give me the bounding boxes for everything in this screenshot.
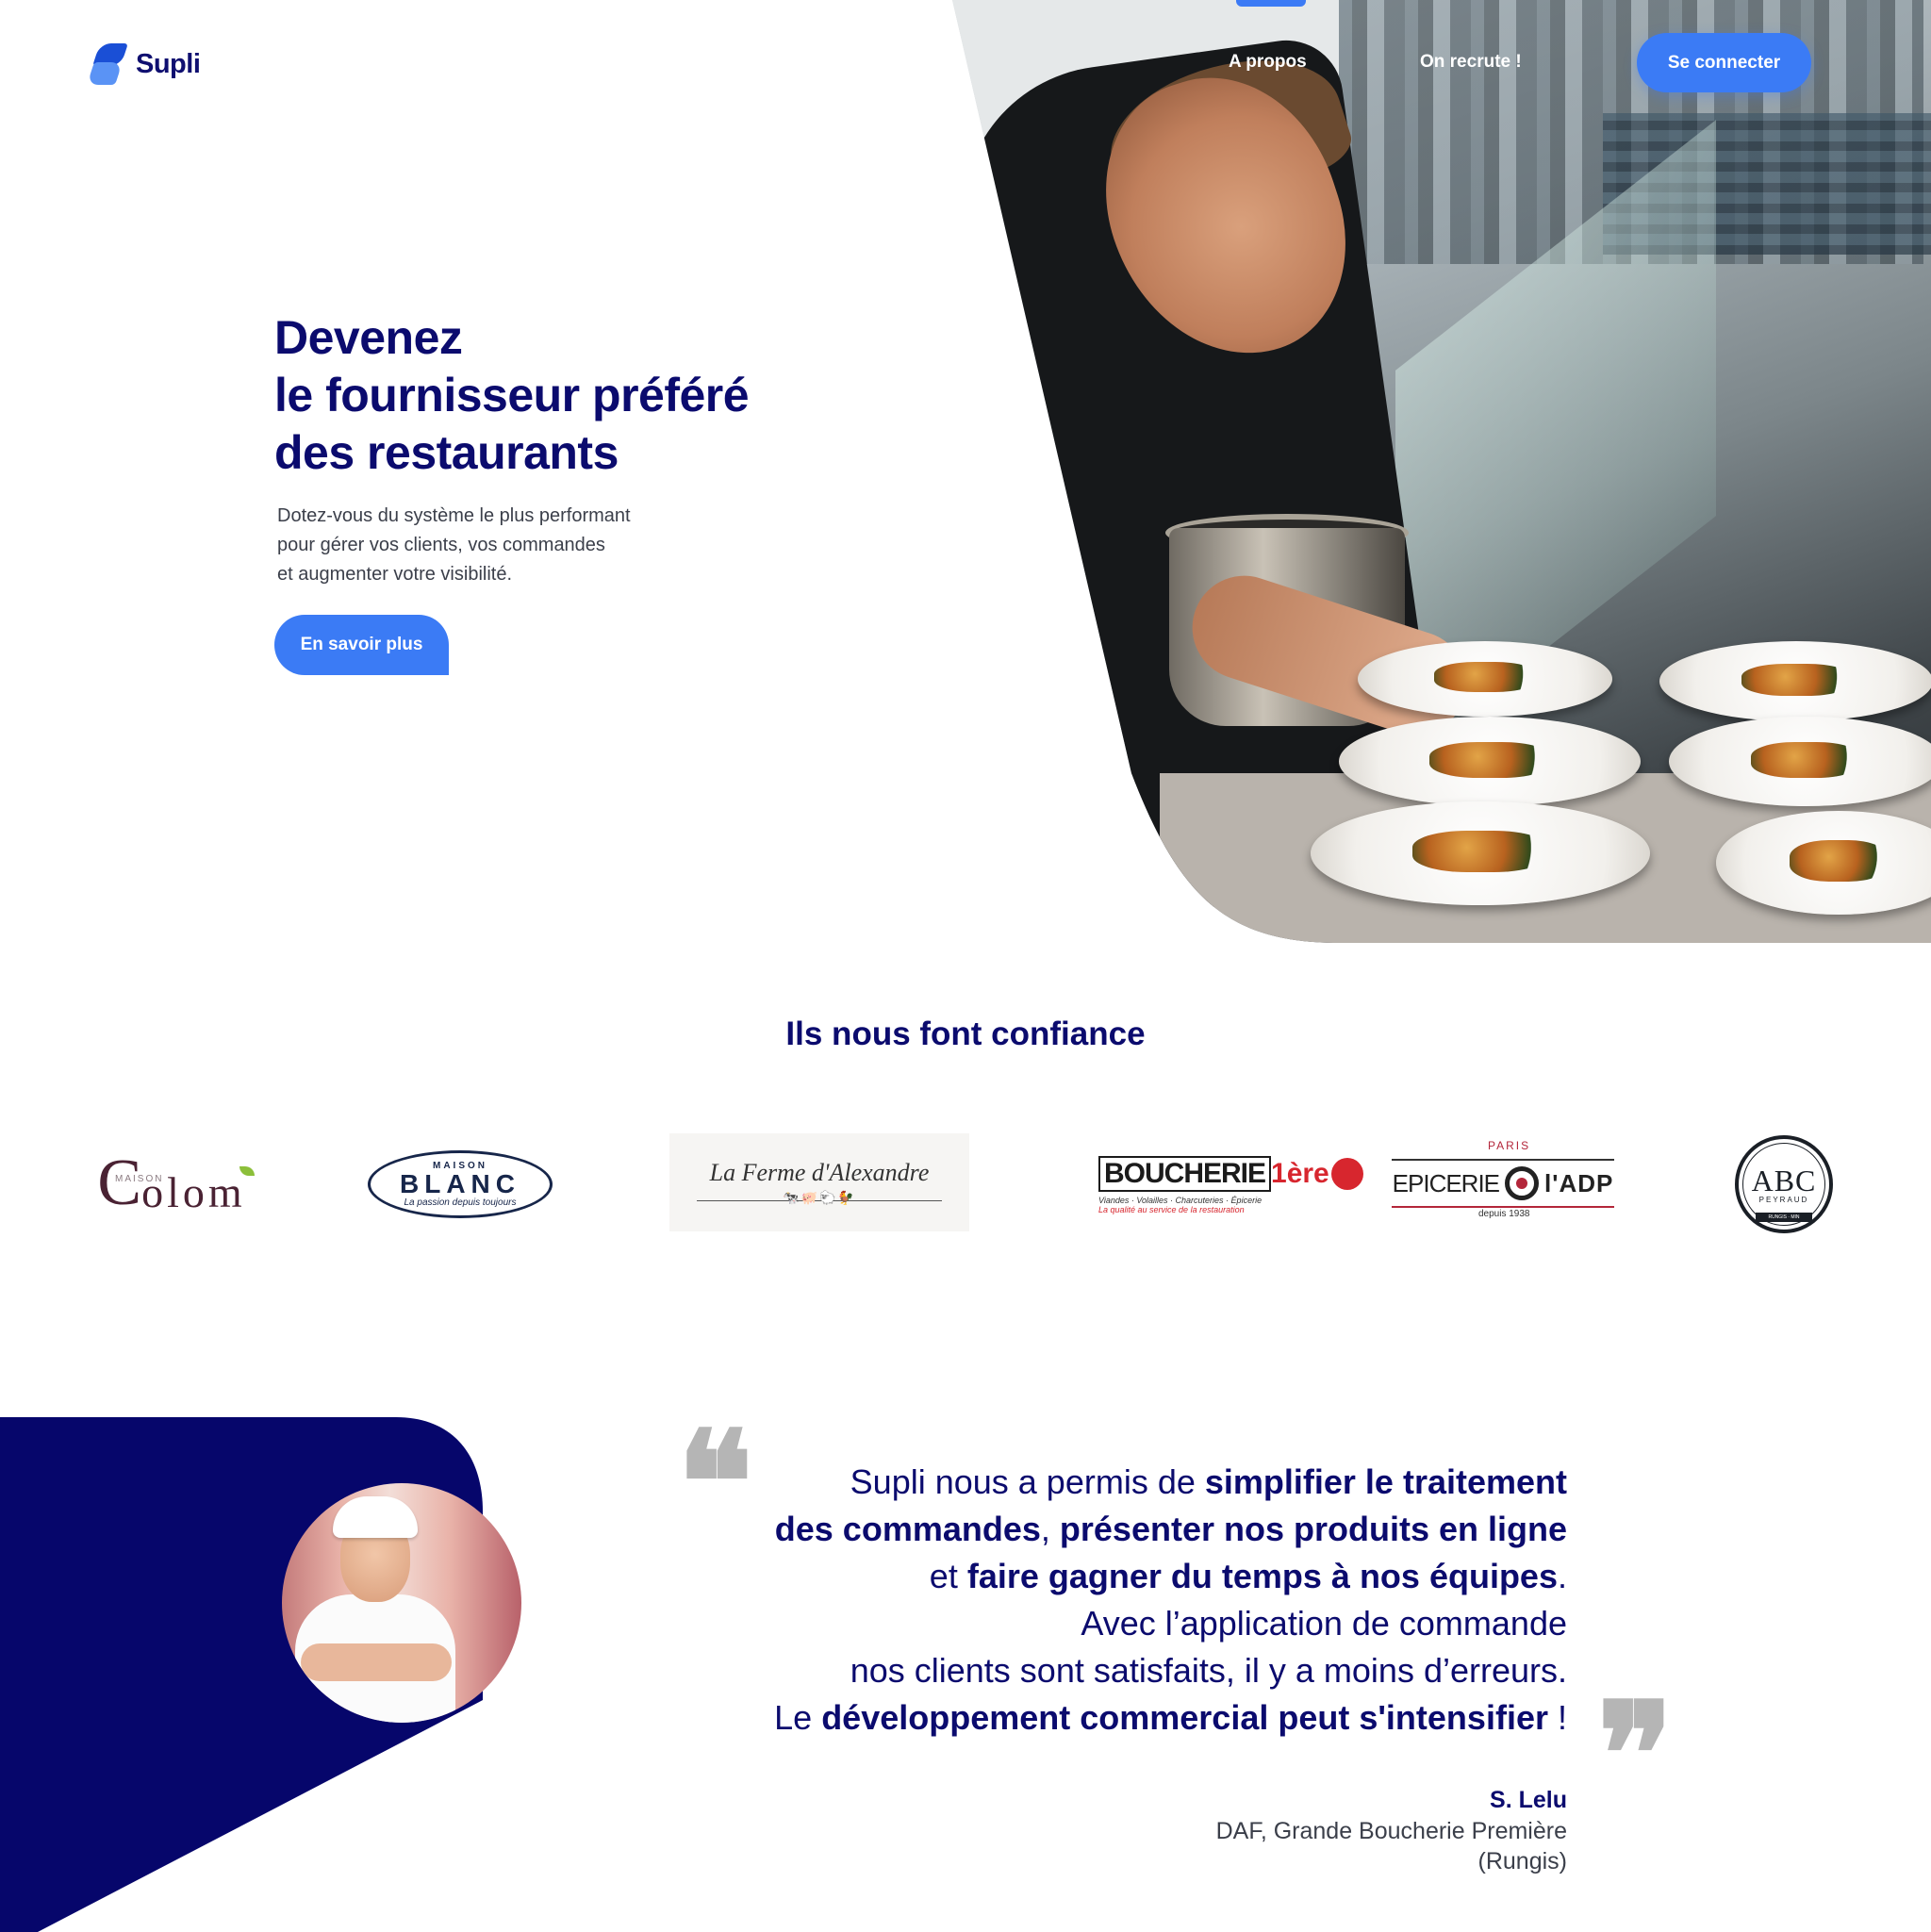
logo-text: 1ère <box>1271 1158 1329 1189</box>
quote-text-bold: des commandes <box>774 1510 1041 1548</box>
quote-text-bold: simplifier le traitement <box>1204 1462 1567 1501</box>
quote-line: nos clients sont satisfaits, il y a moin… <box>660 1647 1567 1694</box>
nav-link-about[interactable]: A propos <box>1229 52 1307 73</box>
logo-text: Viandes · Volailles · Charcuteries · Épi… <box>1098 1196 1263 1205</box>
hero-subtitle-line: et augmenter votre visibilité. <box>277 564 513 585</box>
bull-icon <box>1330 1158 1363 1190</box>
logo-divider <box>1392 1206 1614 1208</box>
testimonial-avatar <box>282 1483 521 1723</box>
brand-logo[interactable]: Supli <box>87 43 201 85</box>
farm-animals-icon: 🐄🐖🐑🐓 <box>783 1190 856 1205</box>
quote-text: et <box>929 1557 967 1595</box>
logo-text: depuis 1938 <box>1478 1209 1530 1219</box>
logo-text: l'ADP <box>1544 1168 1614 1197</box>
logo-text: EPICERIE <box>1392 1168 1500 1197</box>
logo-text: La passion depuis toujours <box>404 1197 517 1208</box>
quote-text-bold: faire gagner du temps à nos équipes <box>966 1557 1558 1595</box>
client-logo-boucherie-premiere: BOUCHERIE 1ère Viandes · Volailles · Cha… <box>1098 1148 1363 1222</box>
client-logo-abc-peyraud: ABC PEYRAUD RUNGIS · MIN <box>1735 1135 1833 1233</box>
hero-subtitle-line: Dotez-vous du système le plus performant <box>277 505 631 526</box>
learn-more-button[interactable]: En savoir plus <box>274 615 449 675</box>
logo-text: La Ferme d'Alexandre <box>709 1159 930 1186</box>
nav-link-jobs[interactable]: On recrute ! <box>1420 52 1522 73</box>
hero-subtitle: Dotez-vous du système le plus performant… <box>277 502 767 589</box>
logo-text: PARIS <box>1488 1139 1531 1152</box>
quote-text-bold: développement commercial peut s'intensif… <box>821 1698 1548 1737</box>
testimonial-quote: Supli nous a permis de simplifier le tra… <box>660 1459 1567 1742</box>
quote-line: Supli nous a permis de simplifier le tra… <box>660 1459 1567 1506</box>
quote-text: . <box>1557 1557 1567 1595</box>
quote-line: et faire gagner du temps à nos équipes. <box>660 1553 1567 1600</box>
hero-title-line: le fournisseur préféré <box>274 369 750 421</box>
quote-text: Avec l’application de commande <box>1081 1604 1567 1643</box>
quote-text: nos clients sont satisfaits, il y a moin… <box>850 1651 1567 1690</box>
quote-text: ! <box>1547 1698 1567 1737</box>
client-logo-maison-blanc: MAISON BLANC La passion depuis toujours <box>368 1150 553 1218</box>
quote-text: , <box>1040 1510 1060 1548</box>
login-button[interactable]: Se connecter <box>1637 33 1811 92</box>
client-logo-ferme-alexandre: La Ferme d'Alexandre 🐄🐖🐑🐓 <box>669 1133 969 1231</box>
logo-text: MAISON <box>115 1174 164 1184</box>
hero-subtitle-line: pour gérer vos clients, vos commandes <box>277 535 605 555</box>
hero-title-line: Devenez <box>274 311 463 364</box>
brand-name: Supli <box>136 48 201 79</box>
quote-line: Le développement commercial peut s'inten… <box>660 1694 1567 1742</box>
logo-text: PEYRAUD <box>1758 1195 1809 1204</box>
hero-title-line: des restaurants <box>274 426 619 479</box>
trust-section-title: Ils nous font confiance <box>785 1016 1146 1052</box>
hero-title: Devenez le fournisseur préféré des resta… <box>274 309 859 482</box>
logo-text: BLANC <box>400 1169 520 1198</box>
logo-text: La qualité au service de la restauration <box>1098 1205 1245 1214</box>
logo-text: RUNGIS · MIN <box>1756 1213 1812 1222</box>
quote-text: Le <box>774 1698 822 1737</box>
client-logo-epicerie-adp: PARIS EPICERIE l'ADP depuis 1938 <box>1392 1139 1614 1224</box>
client-logo-maison-colom: MAISON C olom <box>87 1146 256 1221</box>
logo-text: ABC <box>1751 1163 1817 1197</box>
author-role: DAF, Grande Boucherie Première <box>1215 1818 1567 1844</box>
author-company: (Rungis) <box>1477 1848 1567 1874</box>
quote-close-icon: ❞ <box>1597 1678 1674 1835</box>
nav-active-indicator <box>1236 0 1306 7</box>
testimonial-author: S. Lelu DAF, Grande Boucherie Première (… <box>1037 1784 1567 1876</box>
quote-line: des commandes, présenter nos produits en… <box>660 1506 1567 1553</box>
supli-logo-icon <box>87 43 128 85</box>
quote-line: Avec l’application de commande <box>660 1600 1567 1647</box>
quote-text-bold: présenter nos produits en ligne <box>1059 1510 1567 1548</box>
author-name: S. Lelu <box>1490 1787 1567 1813</box>
target-icon <box>1505 1166 1540 1200</box>
logo-text: BOUCHERIE <box>1098 1156 1272 1192</box>
quote-text: Supli nous a permis de <box>850 1462 1205 1501</box>
hero-image <box>943 0 1931 943</box>
